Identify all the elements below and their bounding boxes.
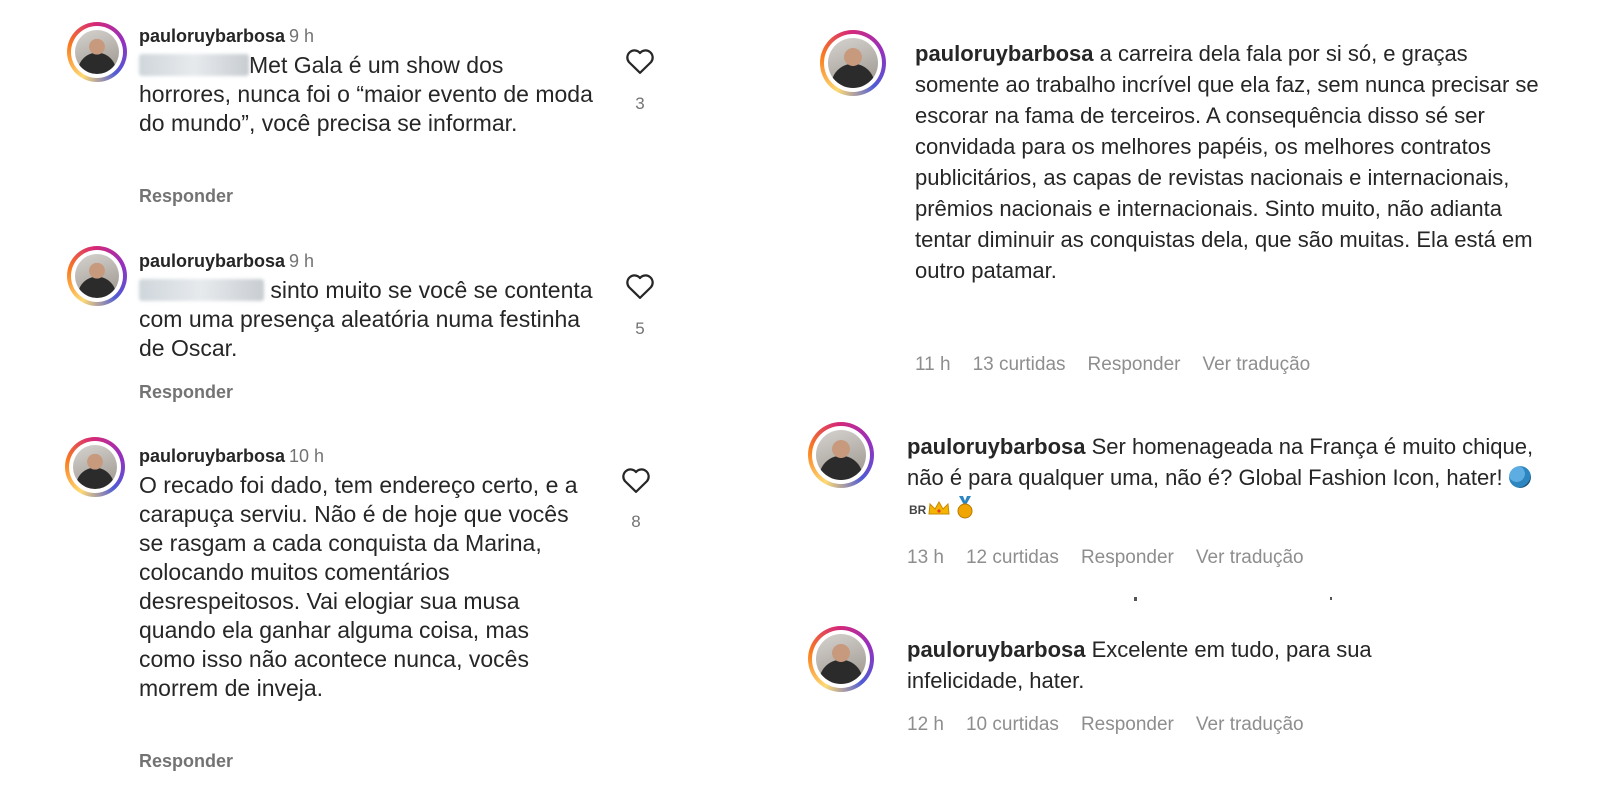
medal-emoji-icon xyxy=(957,496,973,519)
comment-body: pauloruybarbosa 9 h Met Gala é um show do… xyxy=(139,20,599,138)
comment-body: pauloruybarbosa 9 h sinto muito se você s… xyxy=(139,245,599,363)
avatar[interactable] xyxy=(65,437,125,497)
redacted-mention xyxy=(139,279,264,301)
like-count[interactable]: 12 curtidas xyxy=(966,547,1059,568)
username[interactable]: pauloruybarbosa xyxy=(915,41,1093,66)
comment-time: 12 h xyxy=(907,714,944,735)
comment-time: 11 h xyxy=(915,354,951,375)
comment-text: a carreira dela fala por si só, e graças… xyxy=(915,41,1539,283)
translate-link[interactable]: Ver tradução xyxy=(1196,547,1304,568)
divider-dot xyxy=(1330,597,1332,600)
reply-button[interactable]: Responder xyxy=(1088,354,1181,375)
comment-meta: 13 h 12 curtidas Responder Ver tradução xyxy=(907,547,1326,569)
redacted-mention xyxy=(139,54,249,76)
comment-body: pauloruybarbosa Ser homenageada na Franç… xyxy=(907,431,1552,526)
avatar[interactable] xyxy=(808,626,874,692)
like-count: 8 xyxy=(631,512,641,531)
heart-icon[interactable] xyxy=(625,272,655,300)
comment-body: pauloruybarbosa a carreira dela fala por… xyxy=(915,38,1555,286)
brazil-flag-icon: BR xyxy=(909,503,927,517)
reply-button[interactable]: Responder xyxy=(139,751,233,772)
globe-emoji-icon xyxy=(1508,466,1531,488)
divider-dot xyxy=(1134,597,1137,601)
avatar[interactable] xyxy=(67,22,127,82)
reply-button[interactable]: Responder xyxy=(139,382,233,403)
username[interactable]: pauloruybarbosa xyxy=(907,434,1085,459)
heart-icon[interactable] xyxy=(625,47,655,75)
crown-emoji-icon xyxy=(928,500,950,515)
comment-meta: 12 h 10 curtidas Responder Ver tradução xyxy=(907,714,1326,736)
comment-time: 9 h xyxy=(289,26,315,46)
translate-link[interactable]: Ver tradução xyxy=(1202,354,1310,375)
avatar[interactable] xyxy=(808,422,874,488)
comment-time: 13 h xyxy=(907,547,944,568)
username[interactable]: pauloruybarbosa xyxy=(907,637,1085,662)
reply-button[interactable]: Responder xyxy=(1081,547,1174,568)
username[interactable]: pauloruybarbosa xyxy=(139,26,285,46)
translate-link[interactable]: Ver tradução xyxy=(1196,714,1304,735)
comment-time: 10 h xyxy=(289,446,325,466)
reply-button[interactable]: Responder xyxy=(1081,714,1174,735)
comment-time: 9 h xyxy=(289,251,315,271)
comment-text: O recado foi dado, tem endereço certo, e… xyxy=(139,472,578,701)
like-count[interactable]: 13 curtidas xyxy=(973,354,1066,375)
username[interactable]: pauloruybarbosa xyxy=(139,251,285,271)
like-count: 3 xyxy=(635,94,645,113)
like-count: 5 xyxy=(635,319,645,338)
comment-body: pauloruybarbosa 10 h O recado foi dado, t… xyxy=(139,440,589,703)
avatar[interactable] xyxy=(820,30,886,96)
heart-icon[interactable] xyxy=(621,466,651,494)
username[interactable]: pauloruybarbosa xyxy=(139,446,285,466)
comment-meta: 11 h 13 curtidas Responder Ver tradução xyxy=(915,354,1332,376)
reply-button[interactable]: Responder xyxy=(139,186,233,207)
avatar[interactable] xyxy=(67,246,127,306)
like-count[interactable]: 10 curtidas xyxy=(966,714,1059,735)
comment-body: pauloruybarbosa Excelente em tudo, para … xyxy=(907,634,1467,696)
